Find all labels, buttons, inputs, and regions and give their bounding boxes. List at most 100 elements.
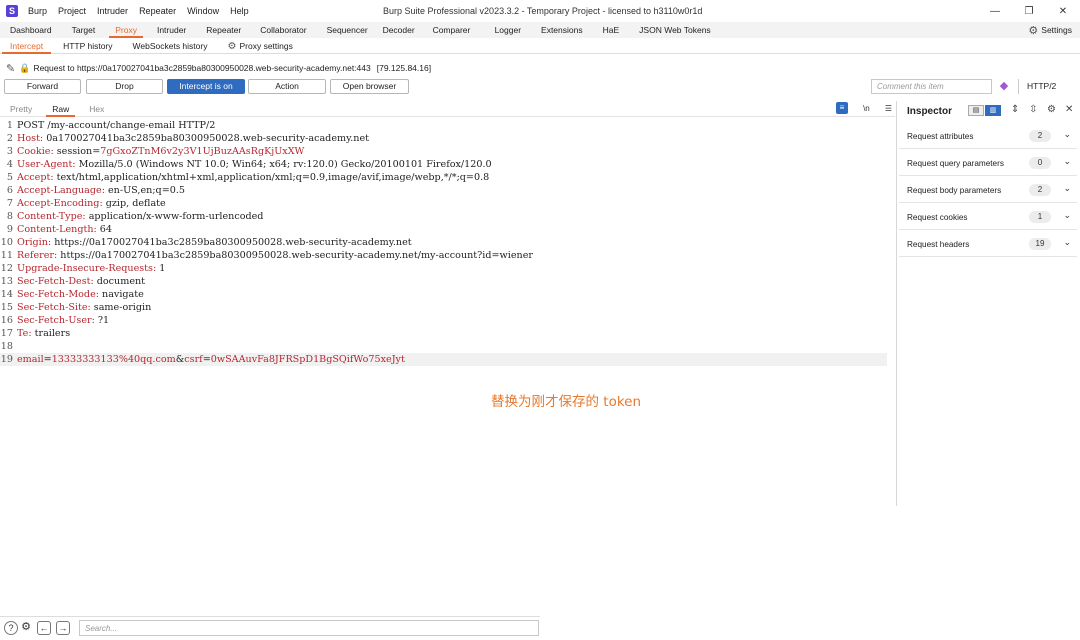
- help-icon[interactable]: ?: [4, 621, 18, 635]
- back-arrow-icon[interactable]: ←: [37, 621, 51, 635]
- restore-button[interactable]: ❐: [1012, 6, 1046, 17]
- wrap-icon[interactable]: ≡: [836, 102, 848, 114]
- request-line: 1 POST /my-account/change-email HTTP/2: [6, 120, 216, 131]
- intercept-actions: Forward Drop Intercept is on Action Open…: [0, 79, 420, 95]
- intercept-toggle-button[interactable]: Intercept is on: [167, 79, 245, 94]
- request-line: 15 Sec-Fetch-Site: same-origin: [0, 302, 152, 313]
- title-bar: S Burp Project Intruder Repeater Window …: [0, 0, 1080, 22]
- count-badge: 2: [1029, 184, 1051, 196]
- inspector-row-headers[interactable]: Request headers 19 ⌄: [899, 232, 1077, 257]
- gear-icon[interactable]: ⚙: [1047, 104, 1056, 115]
- tab-decoder[interactable]: Decoder: [373, 22, 423, 38]
- collapse-icon[interactable]: ⇳: [1029, 104, 1037, 115]
- layout-list-icon[interactable]: ▤: [968, 105, 984, 116]
- tab-repeater[interactable]: Repeater: [196, 22, 250, 38]
- chevron-down-icon: ⌄: [1063, 129, 1071, 139]
- minimize-button[interactable]: —: [978, 6, 1012, 17]
- request-line: 11 Referer: https://0a170027041ba3c2859ba…: [0, 250, 533, 261]
- comment-input[interactable]: Comment this item: [871, 79, 992, 94]
- tab-pretty[interactable]: Pretty: [0, 101, 42, 117]
- main-tab-bar: Dashboard Target Proxy Intruder Repeater…: [0, 22, 1080, 38]
- chevron-down-icon: ⌄: [1063, 210, 1071, 220]
- request-line: 16 Sec-Fetch-User: ?1: [0, 315, 110, 326]
- gear-icon[interactable]: ⚙: [19, 621, 33, 635]
- forward-button[interactable]: Forward: [4, 79, 81, 94]
- tab-json-web-tokens[interactable]: JSON Web Tokens: [629, 22, 711, 38]
- gear-icon: ⚙: [1028, 24, 1039, 37]
- chevron-down-icon: ⌄: [1063, 237, 1071, 247]
- close-icon[interactable]: ✕: [1065, 104, 1073, 115]
- tab-target[interactable]: Target: [62, 22, 106, 38]
- subtab-http-history[interactable]: HTTP history: [53, 38, 122, 54]
- tab-collaborator[interactable]: Collaborator: [250, 22, 316, 38]
- tab-proxy[interactable]: Proxy: [105, 22, 147, 38]
- count-badge: 1: [1029, 211, 1051, 223]
- request-line: 10 Origin: https://0a170027041ba3c2859ba8…: [0, 237, 412, 248]
- request-line: 12 Upgrade-Insecure-Requests: 1: [0, 263, 166, 274]
- request-line: 13 Sec-Fetch-Dest: document: [0, 276, 146, 287]
- request-line: 14 Sec-Fetch-Mode: navigate: [0, 289, 144, 300]
- request-info: ✎ 🔒 Request to https://0a170027041ba3c28…: [0, 60, 700, 76]
- request-line: 4 User-Agent: Mozilla/5.0 (Windows NT 10.…: [6, 159, 492, 170]
- request-line: 2 Host: 0a170027041ba3c2859ba80300950028.…: [6, 133, 370, 144]
- bottom-bar: ? ⚙ ← → Search...: [0, 616, 540, 638]
- subtab-websockets-history[interactable]: WebSockets history: [123, 38, 218, 54]
- request-body-line: 19 email=13333333133%40qq.com&csrf=0wSAAu…: [0, 353, 887, 366]
- chevron-down-icon: ⌄: [1063, 183, 1071, 193]
- tab-extensions[interactable]: Extensions: [531, 22, 593, 38]
- settings-label: Settings: [1041, 25, 1072, 35]
- count-badge: 2: [1029, 130, 1051, 142]
- menu-bar: Burp Project Intruder Repeater Window He…: [28, 6, 260, 16]
- request-line: 9 Content-Length: 64: [6, 224, 113, 235]
- inspector-panel: Inspector ▤ ▥ ⇕ ⇳ ⚙ ✕ Request attributes…: [896, 101, 1080, 506]
- inspector-row-body-params[interactable]: Request body parameters 2 ⌄: [899, 178, 1077, 203]
- menu-window[interactable]: Window: [187, 6, 219, 16]
- menu-intruder[interactable]: Intruder: [97, 6, 128, 16]
- pencil-icon[interactable]: ✎: [6, 62, 15, 75]
- tab-raw[interactable]: Raw: [42, 101, 79, 117]
- settings-button[interactable]: ⚙ Settings: [1028, 22, 1072, 38]
- drop-button[interactable]: Drop: [86, 79, 163, 94]
- open-browser-button[interactable]: Open browser: [330, 79, 409, 94]
- tab-intruder[interactable]: Intruder: [147, 22, 196, 38]
- layout-panel-icon[interactable]: ▥: [985, 105, 1001, 116]
- burp-logo-icon: S: [6, 5, 18, 17]
- http-version[interactable]: HTTP/2: [1018, 79, 1056, 94]
- expand-icon[interactable]: ⇕: [1011, 104, 1019, 115]
- tab-comparer[interactable]: Comparer: [423, 22, 485, 38]
- menu-burp[interactable]: Burp: [28, 6, 47, 16]
- forward-arrow-icon[interactable]: →: [56, 621, 70, 635]
- tab-sequencer[interactable]: Sequencer: [317, 22, 373, 38]
- search-input[interactable]: Search...: [79, 620, 539, 636]
- proxy-sub-tabs: Intercept HTTP history WebSockets histor…: [0, 38, 1080, 54]
- request-line: 3 Cookie: session=7gGxoZTnM6v2y3V1UjBuzAA…: [6, 146, 305, 157]
- tab-logger[interactable]: Logger: [485, 22, 531, 38]
- menu-repeater[interactable]: Repeater: [139, 6, 176, 16]
- inspector-row-cookies[interactable]: Request cookies 1 ⌄: [899, 205, 1077, 230]
- menu-help[interactable]: Help: [230, 6, 249, 16]
- editor-tabs: Pretty Raw Hex: [0, 101, 895, 117]
- request-line: 6 Accept-Language: en-US,en;q=0.5: [6, 185, 185, 196]
- subtab-intercept[interactable]: Intercept: [0, 38, 53, 54]
- request-editor[interactable]: 1 POST /my-account/change-email HTTP/2 2H…: [0, 119, 895, 619]
- tab-hex[interactable]: Hex: [79, 101, 114, 117]
- chevron-down-icon: ⌄: [1063, 156, 1071, 166]
- request-prefix: Request to: [33, 63, 75, 73]
- subtab-proxy-settings[interactable]: ⚙ Proxy settings: [218, 38, 300, 54]
- highlight-icon[interactable]: ◆: [997, 79, 1011, 94]
- editor-menu-icon[interactable]: ☰: [885, 104, 892, 113]
- close-window-button[interactable]: ✕: [1046, 6, 1080, 17]
- menu-project[interactable]: Project: [58, 6, 86, 16]
- request-line: 18: [0, 341, 13, 352]
- tab-dashboard[interactable]: Dashboard: [0, 22, 62, 38]
- newline-icon[interactable]: \n: [863, 104, 870, 113]
- lock-icon: 🔒: [19, 62, 31, 73]
- request-line: 7 Accept-Encoding: gzip, deflate: [6, 198, 166, 209]
- request-url: https://0a170027041ba3c2859ba80300950028…: [76, 63, 371, 73]
- inspector-row-query-params[interactable]: Request query parameters 0 ⌄: [899, 151, 1077, 176]
- action-button[interactable]: Action: [248, 79, 326, 94]
- inspector-row-request-attributes[interactable]: Request attributes 2 ⌄: [899, 124, 1077, 149]
- editor-tools: ≡ \n ☰: [836, 101, 892, 115]
- tab-hae[interactable]: HaE: [593, 22, 630, 38]
- gear-icon: ⚙: [227, 40, 237, 52]
